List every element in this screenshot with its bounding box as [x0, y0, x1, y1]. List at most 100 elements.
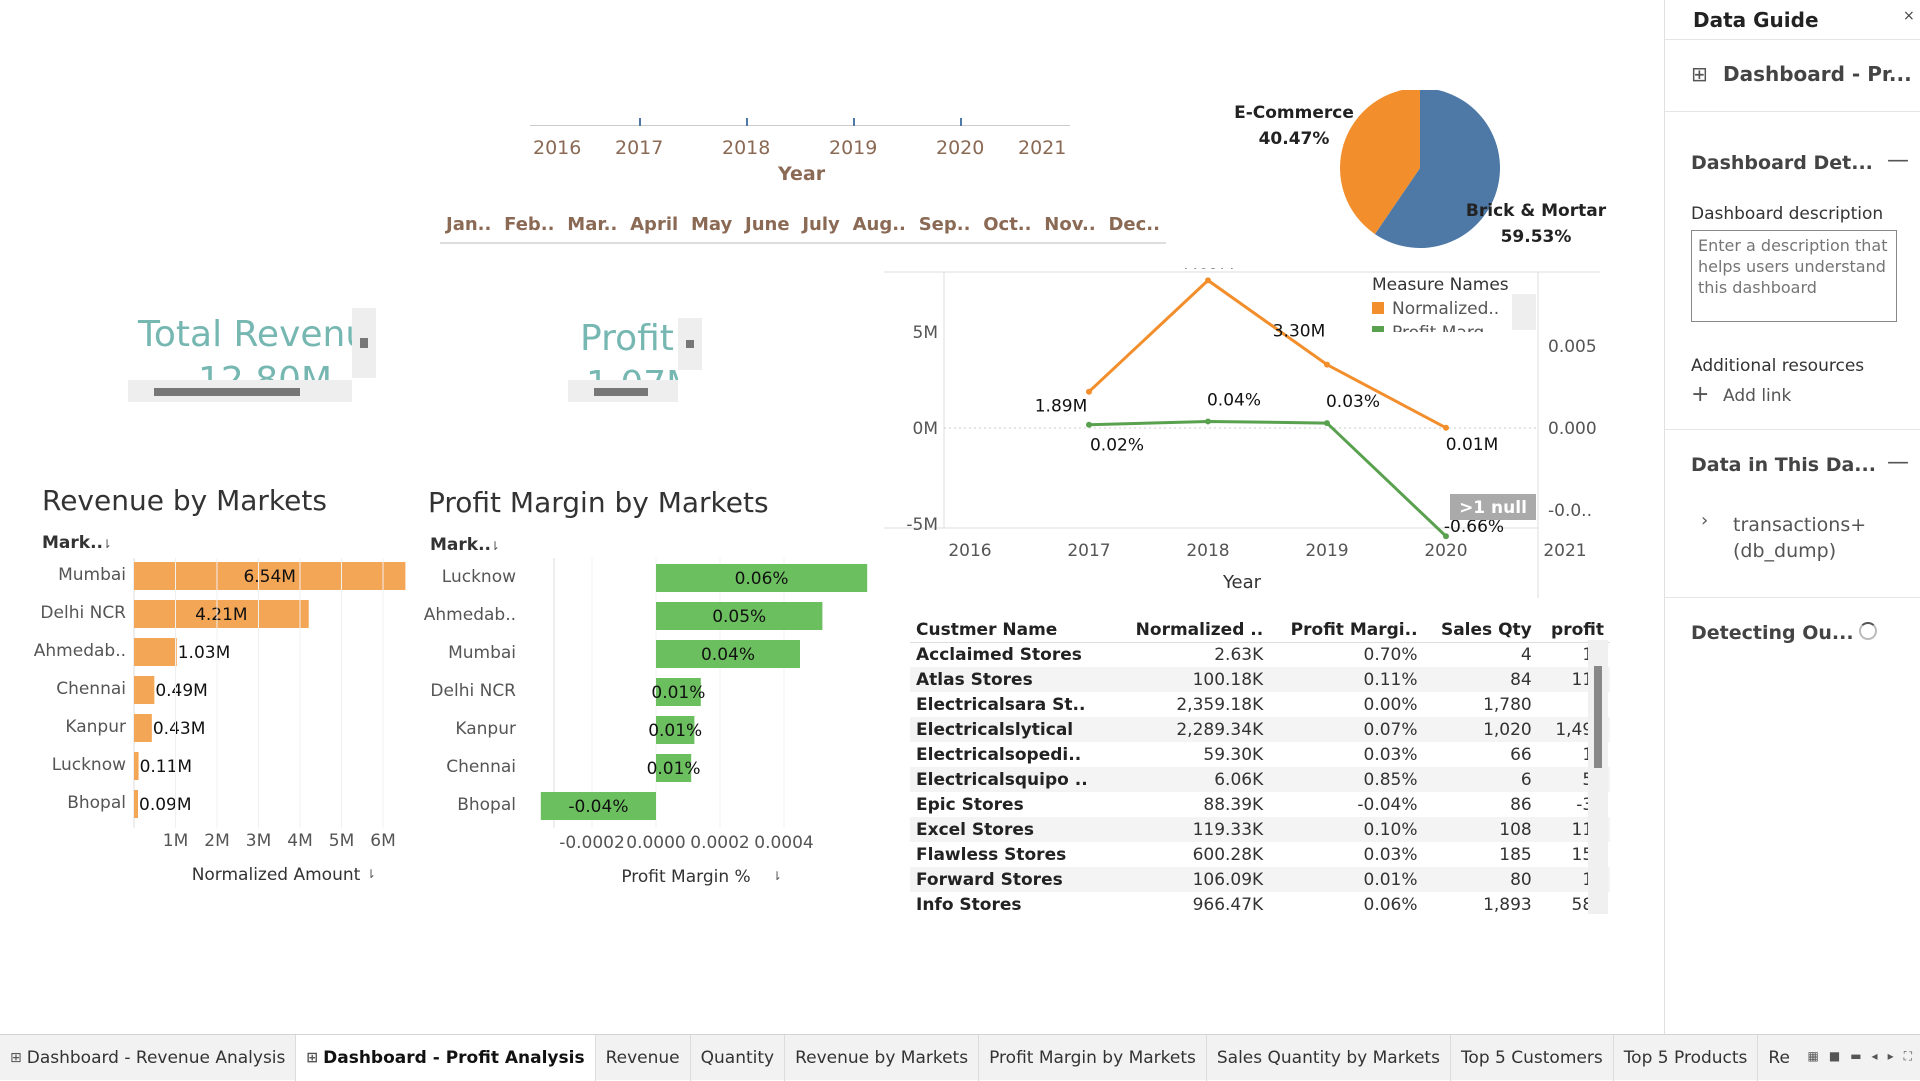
- close-icon[interactable]: ×: [1903, 8, 1915, 24]
- year-filter[interactable]: 2016 2017 2018 2019 2020 2021 Year: [530, 110, 1070, 190]
- table-row[interactable]: Excel Stores119.33K0.10%108119: [910, 817, 1610, 842]
- market-label: Lucknow: [52, 755, 126, 775]
- legend-scrollbar[interactable]: [1512, 294, 1536, 330]
- pie-chart-channel[interactable]: E-Commerce 40.47% Brick & Mortar 59.53%: [1230, 90, 1610, 260]
- column-header[interactable]: Sales Qty: [1423, 618, 1538, 643]
- tab-dashboard-revenue-analysis[interactable]: ⊞ Dashboard - Revenue Analysis: [0, 1034, 297, 1081]
- year-option[interactable]: 2020: [936, 137, 984, 159]
- column-header[interactable]: profit: [1537, 618, 1610, 643]
- column-header[interactable]: Custmer Name: [910, 618, 1115, 643]
- prev-tab-icon[interactable]: ◂: [1872, 1049, 1878, 1064]
- column-header[interactable]: Mark..: [430, 535, 491, 555]
- month-filter[interactable]: Jan.. Feb.. Mar.. April May June July Au…: [440, 214, 1166, 244]
- sort-icon[interactable]: ⇂: [366, 867, 376, 881]
- details-title[interactable]: Dashboard Det...: [1691, 152, 1873, 174]
- kpi-profit[interactable]: Profit 1.07M: [568, 308, 678, 402]
- bar[interactable]: [134, 752, 139, 780]
- kpi-vscroll[interactable]: [678, 318, 702, 370]
- kpi-scrollbar-horizontal[interactable]: [568, 380, 678, 402]
- month-option[interactable]: Aug..: [853, 214, 906, 242]
- month-option[interactable]: Oct..: [983, 214, 1031, 242]
- tab-top-5-customers[interactable]: Top 5 Customers: [1451, 1034, 1614, 1081]
- month-option[interactable]: Jan..: [446, 214, 491, 242]
- year-option[interactable]: 2018: [722, 137, 770, 159]
- table-row[interactable]: Electricalslytical 2,289.34K 0.07% 1,020 1,4…: [910, 717, 1610, 742]
- profit-margin-by-markets-chart[interactable]: Mark.. ⇂-0.0002 0.0000 0.0002 0.0004Lucknow 0…: [416, 528, 886, 888]
- table-row[interactable]: Flawless Stores600.28K0.03%185158: [910, 842, 1610, 867]
- data-point[interactable]: [1324, 361, 1330, 368]
- kpi-vscroll[interactable]: [352, 308, 376, 378]
- revenue-by-markets-chart[interactable]: Mark.. ⇂Mumbai 6.54MDelhi NCR 4.21MAhmedab.…: [30, 528, 430, 888]
- customer-table[interactable]: Custmer Name Normalized .. Profit Margi.…: [910, 618, 1610, 917]
- tab-revenue[interactable]: Revenue: [596, 1034, 691, 1081]
- column-header[interactable]: Mark..: [42, 533, 103, 553]
- bar[interactable]: [134, 790, 138, 818]
- kpi-scrollbar-horizontal[interactable]: [128, 380, 352, 402]
- data-point[interactable]: [1443, 424, 1449, 431]
- month-option[interactable]: Mar..: [567, 214, 617, 242]
- sort-icon[interactable]: ⇂: [772, 869, 782, 883]
- table-row[interactable]: Forward Stores106.09K0.01%8011: [910, 867, 1610, 892]
- datasource-name[interactable]: transactions+ (db_dump): [1733, 512, 1883, 564]
- add-link-button[interactable]: Add link: [1723, 386, 1791, 406]
- next-tab-icon[interactable]: ▸: [1888, 1049, 1894, 1064]
- table-row[interactable]: Epic Stores88.39K-0.04%86-31: [910, 792, 1610, 817]
- month-option[interactable]: May: [691, 214, 732, 242]
- bar[interactable]: [134, 676, 155, 704]
- month-option[interactable]: June: [745, 214, 790, 242]
- tab-quantity[interactable]: Quantity: [691, 1034, 786, 1081]
- year-option[interactable]: 2019: [829, 137, 877, 159]
- table-scrollbar[interactable]: [1588, 640, 1608, 914]
- fullscreen-icon[interactable]: ⛶: [1904, 1049, 1912, 1064]
- month-option[interactable]: Sep..: [919, 214, 971, 242]
- sort-icon[interactable]: ⇂: [490, 539, 500, 553]
- data-point[interactable]: [1324, 420, 1330, 427]
- column-header[interactable]: Normalized ..: [1114, 618, 1270, 643]
- year-option[interactable]: 2017: [615, 137, 663, 159]
- tab-top-5-products[interactable]: Top 5 Products: [1614, 1034, 1759, 1081]
- data-point[interactable]: [1086, 388, 1092, 395]
- film-strip-icon[interactable]: ▦: [1808, 1049, 1819, 1064]
- tab-dashboard-profit-analysis[interactable]: ⊞ Dashboard - Profit Analysis: [296, 1034, 596, 1081]
- outliers-title[interactable]: Detecting Ou...: [1691, 622, 1854, 644]
- sort-icon[interactable]: ⇂: [102, 537, 112, 551]
- column-header[interactable]: Profit Margi..: [1269, 618, 1424, 643]
- description-input[interactable]: [1691, 230, 1897, 322]
- tab-profit-margin-by-markets[interactable]: Profit Margin by Markets: [979, 1034, 1207, 1081]
- tab-overflow[interactable]: Re: [1758, 1035, 1800, 1081]
- table-row[interactable]: Info Stores966.47K0.06%1,893588: [910, 892, 1610, 917]
- chevron-right-icon[interactable]: ›: [1701, 510, 1708, 531]
- tab-revenue-by-markets[interactable]: Revenue by Markets: [785, 1034, 980, 1081]
- table-cell: Excel Stores: [910, 817, 1115, 842]
- table-row[interactable]: Electricalsquipo ..6.06K0.85%651: [910, 767, 1610, 792]
- table-row[interactable]: Electricalsara St..2,359.18K0.00%1,7806: [910, 692, 1610, 717]
- kpi-total-revenue[interactable]: Total Revenu 12.80M: [128, 308, 352, 402]
- bar[interactable]: [134, 714, 152, 742]
- legend-item[interactable]: Profit Marg..: [1392, 323, 1495, 343]
- data-title[interactable]: Data in This Da...: [1691, 454, 1876, 476]
- year-slider-track[interactable]: [530, 125, 1070, 126]
- month-option[interactable]: July: [802, 214, 839, 242]
- data-point[interactable]: [1205, 277, 1211, 284]
- tab-sales-quantity-by-markets[interactable]: Sales Quantity by Markets: [1207, 1034, 1451, 1081]
- year-option[interactable]: 2021: [1018, 137, 1066, 159]
- list-view-icon[interactable]: ▬: [1850, 1049, 1861, 1064]
- collapse-icon[interactable]: —: [1887, 148, 1909, 173]
- collapse-icon[interactable]: —: [1887, 450, 1909, 475]
- month-option[interactable]: Nov..: [1044, 214, 1095, 242]
- panel-dashboard-row[interactable]: ⊞ Dashboard - Pr...: [1665, 40, 1920, 112]
- plus-icon[interactable]: +: [1691, 382, 1709, 407]
- data-point[interactable]: [1205, 418, 1211, 425]
- table-row[interactable]: Electricalsopedi..59.30K0.03%6616: [910, 742, 1610, 767]
- month-option[interactable]: April: [630, 214, 678, 242]
- table-row[interactable]: Acclaimed Stores2.63K0.70%418: [910, 642, 1610, 667]
- month-option[interactable]: Dec..: [1108, 214, 1160, 242]
- data-point[interactable]: [1086, 421, 1092, 428]
- bar[interactable]: [134, 638, 177, 666]
- legend-item[interactable]: Normalized..: [1392, 299, 1499, 319]
- grid-view-icon[interactable]: ■: [1829, 1049, 1840, 1064]
- line-chart-yearly[interactable]: 2016 2017 2018 2019 2020 2021 Year 5M 0M -5M 0.005…: [884, 268, 1610, 598]
- year-option[interactable]: 2016: [533, 137, 581, 159]
- month-option[interactable]: Feb..: [504, 214, 554, 242]
- table-row[interactable]: Atlas Stores100.18K0.11%84110: [910, 667, 1610, 692]
